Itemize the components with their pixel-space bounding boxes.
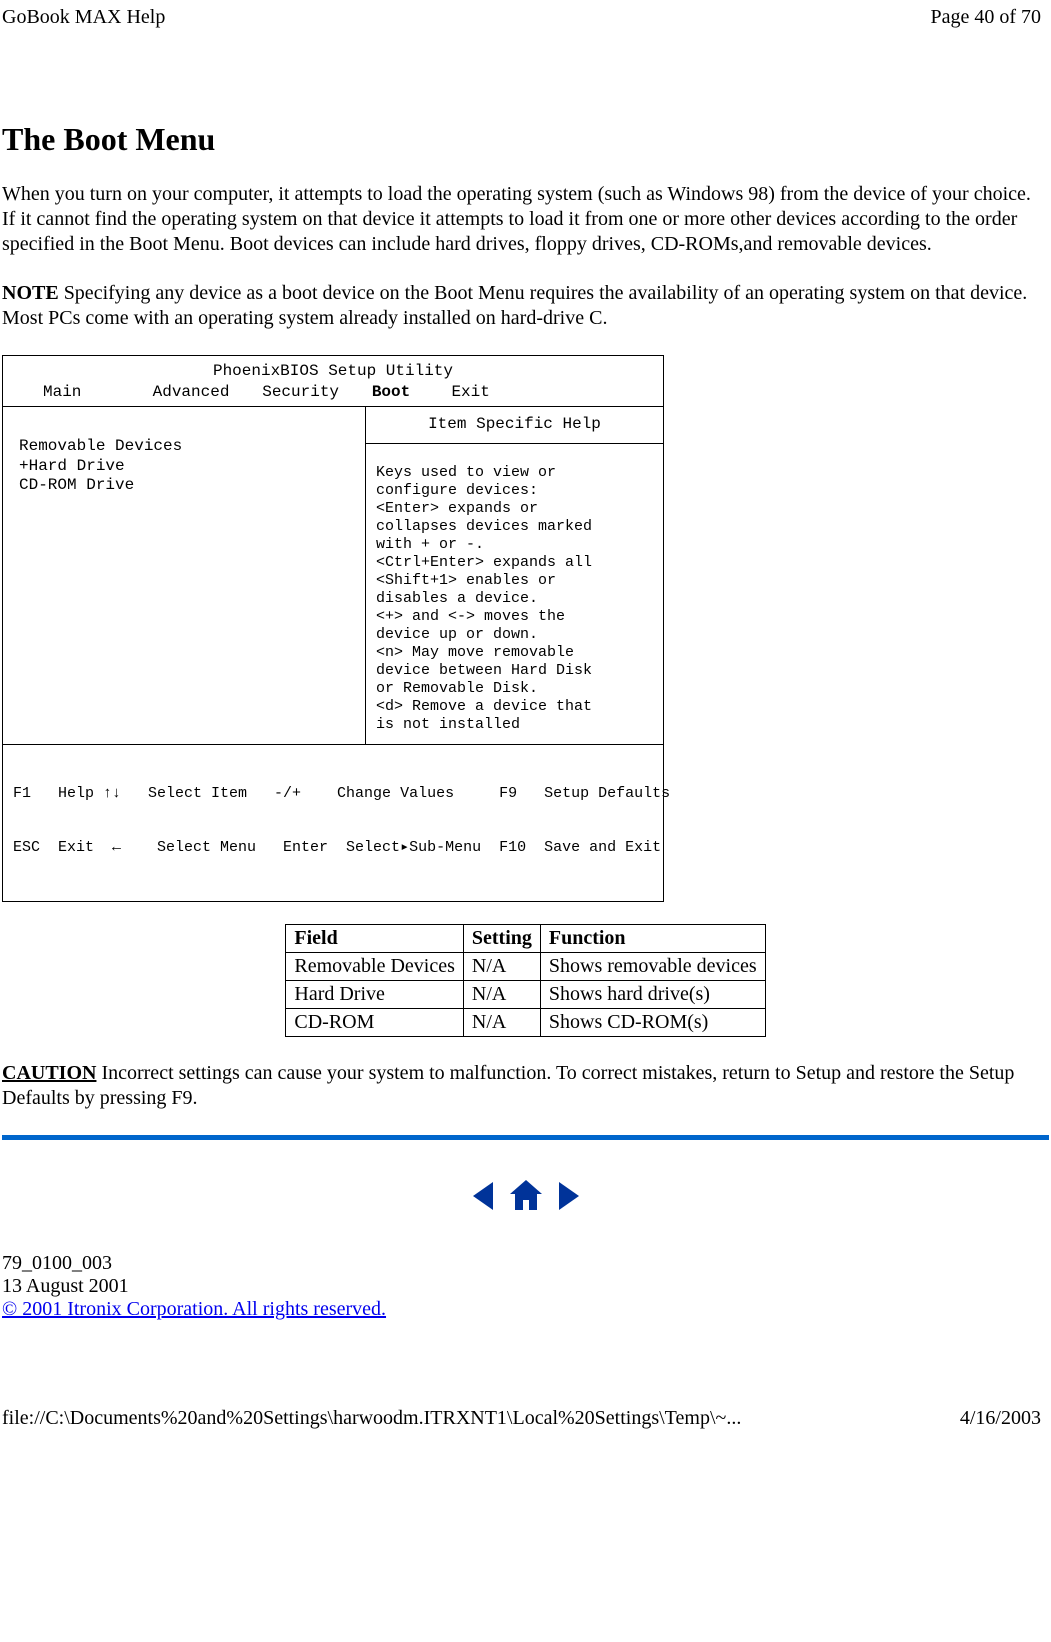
bios-main: Removable Devices +Hard Drive CD-ROM Dri…: [3, 406, 663, 744]
bios-title: PhoenixBIOS Setup Utility: [3, 356, 663, 381]
header-left: GoBook MAX Help: [2, 6, 165, 29]
doc-id: 79_0100_003: [2, 1252, 1049, 1275]
bios-footer: F1 Help ↑↓ Select Item -/+ Change Values…: [3, 745, 663, 901]
cell-setting: N/A: [463, 1008, 540, 1036]
table-row: CD-ROM N/A Shows CD-ROM(s): [286, 1008, 765, 1036]
table-header-row: Field Setting Function: [286, 924, 765, 952]
bios-item-cdrom: CD-ROM Drive: [19, 476, 355, 495]
cell-function: Shows removable devices: [540, 952, 765, 980]
bios-tab-advanced: Advanced: [153, 383, 253, 402]
th-field: Field: [286, 924, 464, 952]
nav-home-icon[interactable]: [504, 1183, 553, 1205]
nav-next-icon[interactable]: [553, 1183, 585, 1205]
bios-tab-boot: Boot: [372, 383, 442, 402]
bios-menubar: Main Advanced Security Boot Exit: [3, 381, 663, 406]
nav-icons: [2, 1176, 1049, 1216]
table-row: Hard Drive N/A Shows hard drive(s): [286, 980, 765, 1008]
bios-tab-exit: Exit: [451, 383, 489, 402]
note-text: Specifying any device as a boot device o…: [2, 282, 1027, 329]
th-function: Function: [540, 924, 765, 952]
content-area: The Boot Menu When you turn on your comp…: [0, 121, 1051, 1321]
bios-tab-main: Main: [43, 383, 143, 402]
bios-item-removable: Removable Devices: [19, 437, 355, 456]
fields-table: Field Setting Function Removable Devices…: [285, 924, 765, 1037]
page-footer: file://C:\Documents%20and%20Settings\har…: [0, 1401, 1051, 1436]
doc-date: 13 August 2001: [2, 1275, 1049, 1298]
copyright-link[interactable]: © 2001 Itronix Corporation. All rights r…: [2, 1298, 386, 1320]
cell-setting: N/A: [463, 980, 540, 1008]
bios-help-body: Keys used to view or configure devices: …: [366, 444, 663, 744]
nav-prev-icon[interactable]: [467, 1183, 504, 1205]
note-label: NOTE: [2, 282, 59, 304]
page-title: The Boot Menu: [2, 121, 1049, 158]
bios-item-hard-drive: +Hard Drive: [19, 457, 355, 476]
bios-tab-security: Security: [262, 383, 362, 402]
note-paragraph: NOTE Specifying any device as a boot dev…: [2, 281, 1049, 331]
bios-help-pane: Item Specific Help Keys used to view or …: [366, 407, 663, 743]
caution-label: CAUTION: [2, 1062, 96, 1084]
bios-help-header: Item Specific Help: [366, 407, 663, 443]
bios-screenshot: PhoenixBIOS Setup Utility Main Advanced …: [2, 355, 664, 902]
cell-setting: N/A: [463, 952, 540, 980]
table-row: Removable Devices N/A Shows removable de…: [286, 952, 765, 980]
cell-function: Shows hard drive(s): [540, 980, 765, 1008]
document-meta: 79_0100_003 13 August 2001 © 2001 Itroni…: [2, 1252, 1049, 1321]
caution-paragraph: CAUTION Incorrect settings can cause you…: [2, 1061, 1049, 1111]
cell-function: Shows CD-ROM(s): [540, 1008, 765, 1036]
header-right: Page 40 of 70: [930, 6, 1041, 29]
footer-left: file://C:\Documents%20and%20Settings\har…: [2, 1407, 741, 1430]
cell-field: Hard Drive: [286, 980, 464, 1008]
bios-footer-line1: F1 Help ↑↓ Select Item -/+ Change Values…: [13, 785, 653, 803]
footer-right: 4/16/2003: [960, 1407, 1041, 1430]
intro-paragraph: When you turn on your computer, it attem…: [2, 182, 1049, 257]
th-setting: Setting: [463, 924, 540, 952]
caution-text: Incorrect settings can cause your system…: [2, 1062, 1014, 1109]
page-header: GoBook MAX Help Page 40 of 70: [0, 0, 1051, 31]
cell-field: Removable Devices: [286, 952, 464, 980]
section-divider: [2, 1135, 1049, 1140]
cell-field: CD-ROM: [286, 1008, 464, 1036]
bios-device-list: Removable Devices +Hard Drive CD-ROM Dri…: [3, 407, 366, 743]
bios-footer-line2: ESC Exit ← Select Menu Enter Select▸Sub-…: [13, 839, 653, 857]
